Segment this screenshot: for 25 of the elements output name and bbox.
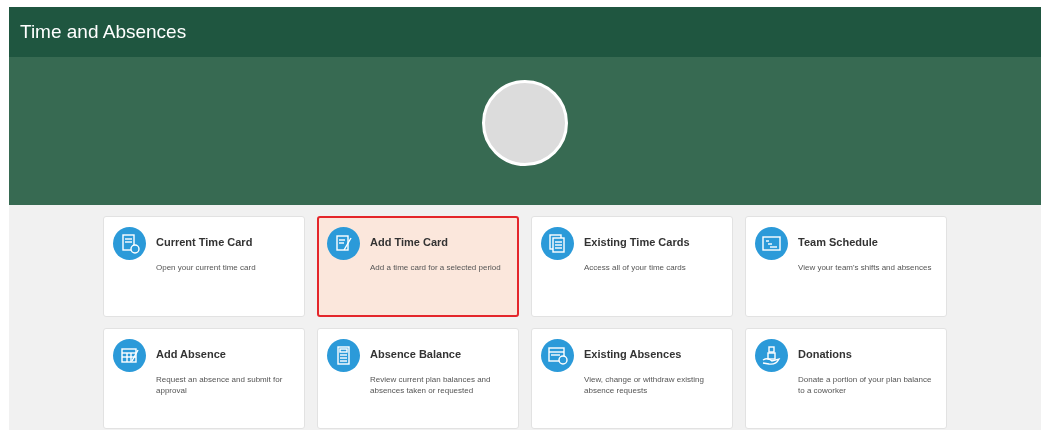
tile-description: View your team's shifts and absences [798,262,932,273]
page-title: Time and Absences [20,21,187,43]
task-tile[interactable]: Add Time Card Add a time card for a selected period [317,216,519,317]
task-tile[interactable]: Donations Donate a portion of your plan balance to a coworker [745,328,947,429]
task-tile[interactable]: Existing Absences View, change or withdraw existing absence requests [531,328,733,429]
tile-title: Donations [798,348,853,360]
tile-description: Access all of your time cards [584,262,687,273]
tile-title: Add Absence [156,348,227,360]
task-tile[interactable]: Existing Time Cards Access all of your time cards [531,216,733,317]
task-tile[interactable]: Team Schedule View your team's shifts and absences [745,216,947,317]
tile-description: Open your current time card [156,262,256,273]
tile-title: Add Time Card [370,236,450,248]
tile-description: View, change or withdraw existing absence requests [584,374,705,396]
task-tile[interactable]: Add Absence Request an absence and submit for approval [103,328,305,429]
tile-description: Request an absence and submit for approval [156,374,284,396]
tile-title: Absence Balance [370,348,463,360]
tile-description: Review current plan balances and absences taken or requested [370,374,492,396]
tile-title: Existing Absences [584,348,683,360]
tile-title: Team Schedule [798,236,879,248]
task-tile[interactable]: Absence Balance Review current plan balances and absences taken or requested [317,328,519,429]
task-tile[interactable]: Current Time Card Open your current time card [103,216,305,317]
tile-title: Current Time Card [156,236,254,248]
tile-title: Existing Time Cards [584,236,690,248]
tile-description: Add a time card for a selected period [370,262,501,273]
tile-description: Donate a portion of your plan balance to a coworker [798,374,933,396]
